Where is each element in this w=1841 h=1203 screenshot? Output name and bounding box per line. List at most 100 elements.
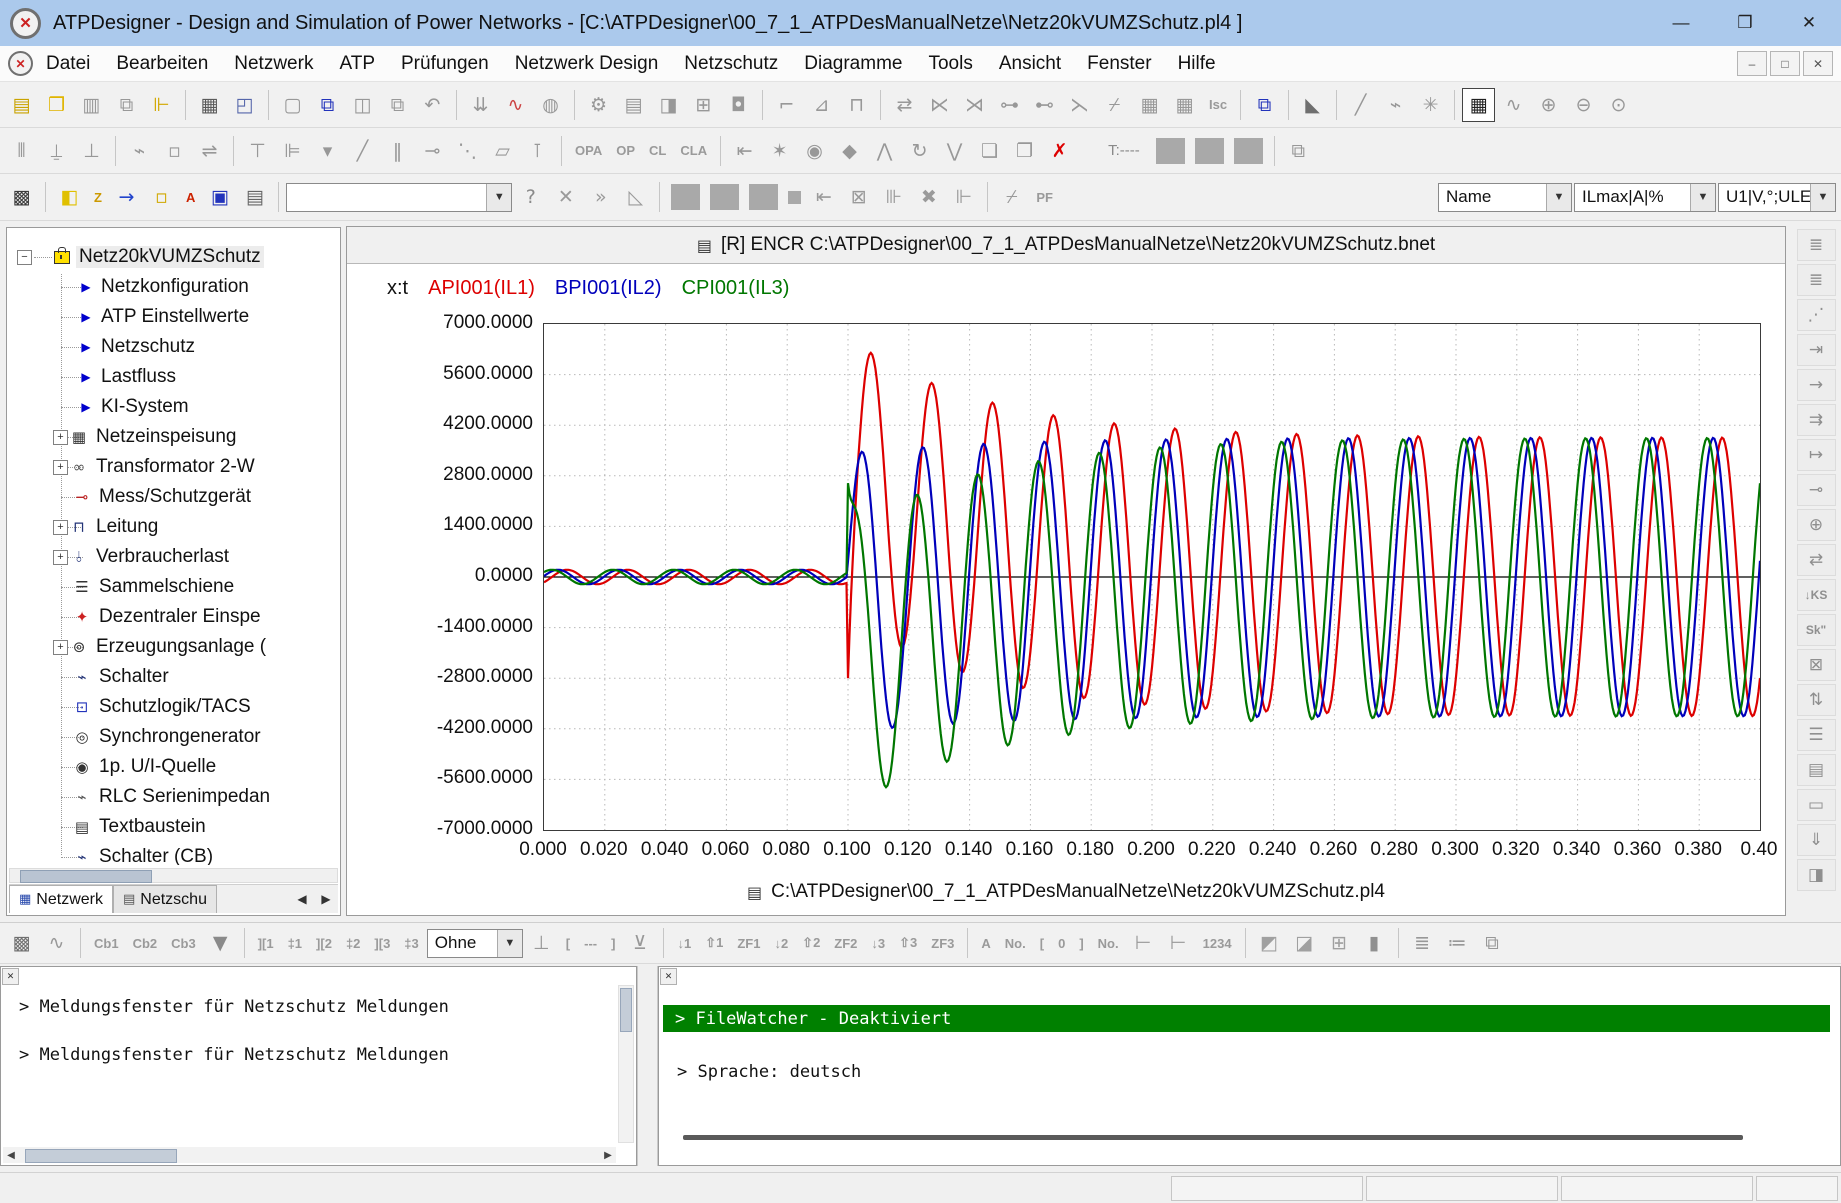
delete-red-button[interactable]: ✗: [1043, 134, 1076, 168]
import-data-button[interactable]: ⇊: [464, 88, 497, 122]
panel-right-button[interactable]: ◨: [1797, 859, 1836, 891]
cb1-button[interactable]: Cb1: [88, 926, 125, 960]
clipboard-copy-button[interactable]: ⧉: [1476, 926, 1509, 960]
mirror-horizontal-button[interactable]: ⋁: [938, 134, 971, 168]
tree-item-textbaustein[interactable]: ▤Textbaustein: [9, 812, 338, 842]
e-node-button[interactable]: ⊫: [276, 134, 309, 168]
mirror-vertical-button[interactable]: ⋀: [868, 134, 901, 168]
2-button[interactable]: ‡2: [340, 926, 366, 960]
opa-button[interactable]: OPA: [569, 134, 608, 168]
project-hierarchy-button[interactable]: ⊩: [145, 88, 178, 122]
draw-star-line-button[interactable]: ✳: [1414, 88, 1447, 122]
menu-tools[interactable]: Tools: [915, 53, 985, 75]
colored-node-button[interactable]: ▣: [203, 180, 236, 214]
no-curves-button[interactable]: ⌿: [995, 180, 1028, 214]
tree-item-schalter-cb[interactable]: ⌁Schalter (CB): [9, 842, 338, 865]
catalog-button[interactable]: ▤: [238, 180, 271, 214]
2-button[interactable]: ⇧2: [796, 926, 826, 960]
1-button[interactable]: ⇧1: [699, 926, 729, 960]
component-filter-combo[interactable]: ▼: [286, 183, 512, 212]
grid-lines-button[interactable]: ⫴: [5, 134, 38, 168]
draw-dashed-line-button[interactable]: ⌁: [1379, 88, 1412, 122]
tree-item-1p-u-i-quelle[interactable]: ◉1p. U/I-Quelle: [9, 752, 338, 782]
dotted-region-button[interactable]: ▫: [145, 180, 178, 214]
erase-button[interactable]: ◆: [833, 134, 866, 168]
menu-atp[interactable]: ATP: [326, 53, 388, 75]
grid-toggle-button[interactable]: ▦: [1462, 88, 1495, 122]
z-button[interactable]: Z: [88, 180, 108, 214]
cb-more-button[interactable]: ▼: [204, 926, 237, 960]
cb3-button[interactable]: Cb3: [165, 926, 202, 960]
dashed-frame-button[interactable]: ▫: [158, 134, 191, 168]
merge-node-button[interactable]: ⊩: [947, 180, 980, 214]
filter-results-button[interactable]: ◺: [619, 180, 652, 214]
isc-button[interactable]: Isc: [1203, 88, 1233, 122]
message-panel-splitter[interactable]: [637, 966, 658, 1166]
menu-pr-fungen[interactable]: Prüfungen: [388, 53, 502, 75]
1-button[interactable]: ↓1: [671, 926, 697, 960]
tree-item-netzschutz[interactable]: ▶Netzschutz: [9, 332, 338, 362]
tree-item-netzkonfiguration[interactable]: ▶Netzkonfiguration: [9, 272, 338, 302]
tree-expander[interactable]: +: [53, 640, 68, 655]
length-end-button[interactable]: ⊢: [1162, 926, 1195, 960]
more-options-button[interactable]: ▾: [311, 134, 344, 168]
tree-expander[interactable]: +: [53, 520, 68, 535]
zf1-button[interactable]: ZF1: [731, 926, 766, 960]
context-help-button[interactable]: ?: [514, 180, 547, 214]
close-box-button[interactable]: ⊠: [1797, 649, 1836, 681]
breaker-mode-combo-arrow[interactable]: ▼: [497, 930, 522, 957]
menu-netzwerk[interactable]: Netzwerk: [221, 53, 326, 75]
item-button[interactable]: ---: [578, 926, 603, 960]
tab-netzwerk[interactable]: ▦Netzwerk: [9, 885, 113, 913]
connect-left-button[interactable]: ⌐: [770, 88, 803, 122]
breaker-mode-combo[interactable]: Ohne▼: [427, 929, 523, 958]
cl-button[interactable]: CL: [643, 134, 672, 168]
switch-branch-button[interactable]: ⌁: [123, 134, 156, 168]
0-button[interactable]: 0: [1052, 926, 1071, 960]
table-pq-button[interactable]: ▦: [1168, 88, 1201, 122]
align-right-panel-button[interactable]: ◪: [1288, 926, 1321, 960]
doc-frame-button[interactable]: ▤: [1797, 754, 1836, 786]
mdi-close-button[interactable]: ✕: [1803, 51, 1833, 76]
result-slot-1[interactable]: [671, 184, 700, 210]
3-button[interactable]: ‡3: [398, 926, 424, 960]
tree-item-rlc-serienimpedan[interactable]: ⌁RLC Serienimpedan: [9, 782, 338, 812]
add-circle-button[interactable]: ⊕: [1797, 509, 1836, 541]
scatter-arrows-button[interactable]: ⋱: [451, 134, 484, 168]
delete-element-button[interactable]: ✕: [549, 180, 582, 214]
snapshot-button[interactable]: ◨: [652, 88, 685, 122]
tree-item-sammelschiene[interactable]: ☰Sammelschiene: [9, 572, 338, 602]
delete-node-button[interactable]: ✖: [912, 180, 945, 214]
close-panel-button[interactable]: ✕: [660, 968, 677, 985]
tools-hammer-button[interactable]: ⚙: [582, 88, 615, 122]
swap-curves-button[interactable]: ⇄: [1797, 544, 1836, 576]
item-button[interactable]: [: [1034, 926, 1050, 960]
edit-attributes-button[interactable]: ▤: [617, 88, 650, 122]
no-button[interactable]: No.: [1092, 926, 1125, 960]
zoom-reset-button[interactable]: ⊙: [1602, 88, 1635, 122]
layer-front-button[interactable]: ❏: [973, 134, 1006, 168]
voltage-unit-combo-arrow[interactable]: ▼: [1810, 184, 1835, 211]
component-filter-combo-arrow[interactable]: ▼: [486, 184, 511, 211]
menu-bearbeiten[interactable]: Bearbeiten: [103, 53, 221, 75]
fill-pattern-button[interactable]: ▩: [5, 180, 38, 214]
item-button[interactable]: ]: [1073, 926, 1089, 960]
current-unit-combo-arrow[interactable]: ▼: [1690, 184, 1715, 211]
3-button[interactable]: ⇧3: [893, 926, 923, 960]
tree-item-netzeinspeisung[interactable]: +▦Netzeinspeisung: [9, 422, 338, 452]
tree-item-mess-schutzger-t[interactable]: ⊸Mess/Schutzgerät: [9, 482, 338, 512]
tree-item-atp-einstellwerte[interactable]: ▶ATP Einstellwerte: [9, 302, 338, 332]
fill-pattern-2-button[interactable]: ▩: [5, 926, 38, 960]
tree-expander[interactable]: +: [53, 550, 68, 565]
tree-horizontal-scrollbar[interactable]: [9, 868, 338, 883]
trapezoid-button[interactable]: ▱: [486, 134, 519, 168]
item-button[interactable]: ]: [605, 926, 621, 960]
copy-sheet-button[interactable]: ⧉: [311, 88, 344, 122]
dark-panel-button[interactable]: ▮: [1358, 926, 1391, 960]
tree-item-leitung[interactable]: +⊓Leitung: [9, 512, 338, 542]
tree-item-synchrongenerator[interactable]: ◎Synchrongenerator: [9, 722, 338, 752]
1-button[interactable]: ‡1: [282, 926, 308, 960]
cla-button[interactable]: CLA: [674, 134, 713, 168]
tree-root-expander[interactable]: −: [17, 250, 32, 265]
align-left-panel-button[interactable]: ◩: [1253, 926, 1286, 960]
